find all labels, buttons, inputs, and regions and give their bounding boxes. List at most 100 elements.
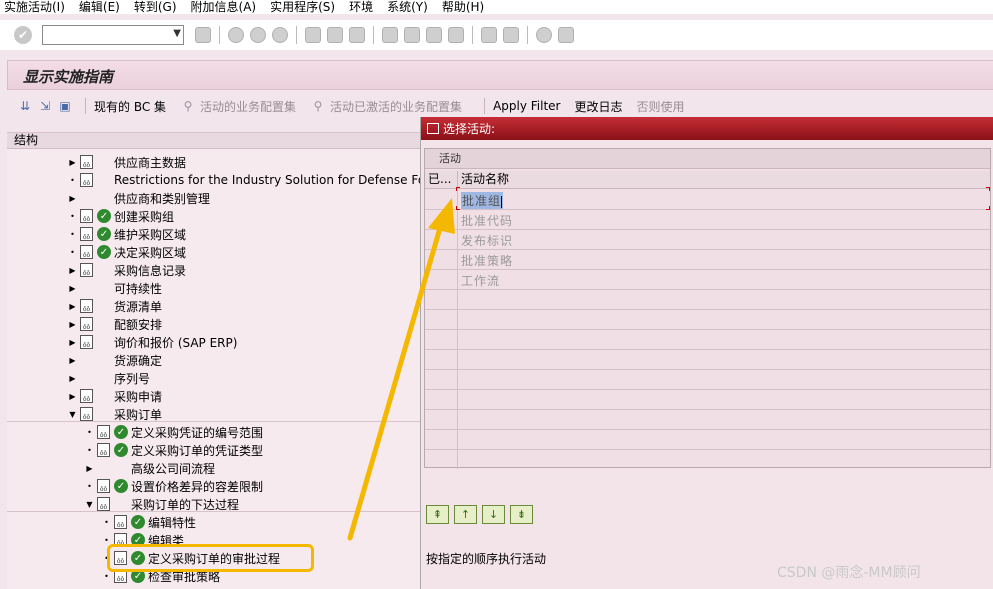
document-icon[interactable]: ôô [80, 407, 93, 421]
document-icon[interactable]: ôô [114, 515, 127, 529]
row-selector[interactable] [425, 390, 458, 409]
tree-node[interactable]: • ôô ✓ 决定采购区域 [68, 243, 186, 261]
document-icon[interactable]: ôô [80, 299, 93, 313]
table-row[interactable] [425, 450, 990, 470]
expand-icon[interactable]: ▶ [68, 266, 77, 275]
dialog-title-bar[interactable]: 选择活动: [421, 117, 993, 140]
tree-node[interactable]: ▶ 高级公司间流程 [85, 459, 215, 477]
tree-node[interactable]: ▶ ôô 配额安排 [68, 315, 162, 333]
menu-edit[interactable]: 编辑(E) [79, 0, 120, 14]
apply-filter-button[interactable]: Apply Filter [493, 99, 560, 113]
table-row[interactable] [425, 290, 990, 310]
table-row[interactable]: 批准组 [425, 190, 990, 210]
expand-icon[interactable]: ▶ [68, 356, 77, 365]
new-session-icon[interactable] [481, 27, 497, 43]
column-header-done[interactable]: 已... [425, 171, 458, 188]
row-selector[interactable] [425, 370, 458, 389]
document-icon[interactable]: ôô [97, 497, 110, 511]
table-row[interactable] [425, 310, 990, 330]
layout-icon[interactable] [558, 27, 574, 43]
table-row[interactable] [425, 430, 990, 450]
shortcut-icon[interactable] [503, 27, 519, 43]
menu-system[interactable]: 系统(Y) [387, 0, 428, 14]
row-selector[interactable] [425, 190, 458, 209]
back-icon[interactable] [228, 27, 244, 43]
tree-node[interactable]: ▶ 供应商和类别管理 [68, 189, 210, 207]
table-row[interactable] [425, 350, 990, 370]
enter-icon[interactable]: ✔ [14, 26, 32, 44]
tree-node[interactable]: ▶ ôô 询价和报价 (SAP ERP) [68, 333, 237, 351]
document-icon[interactable]: ôô [97, 443, 110, 457]
move-last-icon[interactable]: ⇟ [510, 505, 533, 524]
execute-activity-icon[interactable]: ✓ [97, 245, 111, 259]
export-icon[interactable]: ⇲ [37, 99, 53, 113]
expand-icon[interactable]: ▶ [68, 374, 77, 383]
row-selector[interactable] [425, 430, 458, 449]
menu-extras[interactable]: 附加信息(A) [191, 0, 257, 14]
tree-node[interactable]: • ôô Restrictions for the Industry Solutio… [68, 171, 421, 189]
filter-icon[interactable]: ⇊ [17, 99, 33, 113]
execute-activity-icon[interactable]: ✓ [97, 209, 111, 223]
save-icon[interactable] [195, 27, 211, 43]
exit-icon[interactable] [250, 27, 266, 43]
expand-icon[interactable]: ▶ [68, 284, 77, 293]
activity-name-cell[interactable]: 批准策略 [461, 252, 513, 269]
menu-goto[interactable]: 转到(G) [134, 0, 177, 14]
collapse-icon[interactable]: ▼ [68, 410, 77, 419]
row-selector[interactable] [425, 350, 458, 369]
row-selector[interactable] [425, 410, 458, 429]
document-icon[interactable]: ôô [97, 479, 110, 493]
table-row[interactable] [425, 390, 990, 410]
active-bc-sets-button[interactable]: 活动的业务配置集 [200, 98, 296, 115]
execute-activity-icon[interactable]: ✓ [97, 227, 111, 241]
row-selector[interactable] [425, 270, 458, 289]
table-row[interactable]: 发布标识 [425, 230, 990, 250]
execute-activity-icon[interactable]: ✓ [114, 443, 128, 457]
folder-icon[interactable]: ▣ [57, 99, 73, 113]
expand-icon[interactable]: ▶ [68, 392, 77, 401]
document-icon[interactable]: ôô [80, 245, 93, 259]
document-icon[interactable]: ôô [80, 263, 93, 277]
chevron-down-icon[interactable]: ▼ [173, 28, 181, 39]
tree-node[interactable]: ▶ 序列号 [68, 369, 150, 387]
tree-node[interactable]: • ôô ✓ 创建采购组 [68, 207, 174, 225]
other-use-button[interactable]: 否则使用 [637, 98, 685, 115]
print-icon[interactable] [305, 27, 321, 43]
tree-node[interactable]: • ôô ✓ 维护采购区域 [68, 225, 186, 243]
document-icon[interactable]: ôô [80, 389, 93, 403]
document-icon[interactable]: ôô [80, 173, 93, 187]
menu-environment[interactable]: 环境 [349, 0, 373, 14]
command-field[interactable]: ▼ [42, 25, 184, 45]
cancel-icon[interactable] [272, 27, 288, 43]
move-down-icon[interactable]: ↓ [482, 505, 505, 524]
tree-node[interactable]: ▶ 可持续性 [68, 279, 162, 297]
expand-icon[interactable]: ▶ [85, 464, 94, 473]
execute-activity-icon[interactable]: ✓ [131, 515, 145, 529]
last-page-icon[interactable] [448, 27, 464, 43]
row-selector[interactable] [425, 210, 458, 229]
document-icon[interactable]: ôô [80, 317, 93, 331]
execute-activity-icon[interactable]: ✓ [114, 479, 128, 493]
find-icon[interactable] [327, 27, 343, 43]
row-selector[interactable] [425, 250, 458, 269]
table-row[interactable]: 批准策略 [425, 250, 990, 270]
activated-bc-sets-button[interactable]: 活动已激活的业务配置集 [330, 98, 462, 115]
tree-node[interactable]: ▶ ôô 采购信息记录 [68, 261, 186, 279]
tree-node[interactable]: • ôô ✓ 定义采购凭证的编号范围 [85, 423, 263, 441]
tree-node[interactable]: • ôô ✓ 编辑特性 [102, 513, 196, 531]
table-row[interactable]: 批准代码 [425, 210, 990, 230]
table-row[interactable]: 工作流 [425, 270, 990, 290]
previous-page-icon[interactable] [404, 27, 420, 43]
table-row[interactable] [425, 370, 990, 390]
activity-name-cell[interactable]: 批准组 [461, 192, 504, 209]
activity-name-cell[interactable]: 工作流 [461, 272, 500, 289]
row-selector[interactable] [425, 230, 458, 249]
tree-node[interactable]: ▶ ôô 采购申请 [68, 387, 162, 405]
next-page-icon[interactable] [426, 27, 442, 43]
change-log-button[interactable]: 更改日志 [574, 98, 622, 115]
document-icon[interactable]: ôô [80, 155, 93, 169]
row-selector[interactable] [425, 290, 458, 309]
collapse-icon[interactable]: ▼ [85, 500, 94, 509]
expand-icon[interactable]: ▶ [68, 194, 77, 203]
menu-implementation-activities[interactable]: 实施活动(I) [4, 0, 65, 14]
